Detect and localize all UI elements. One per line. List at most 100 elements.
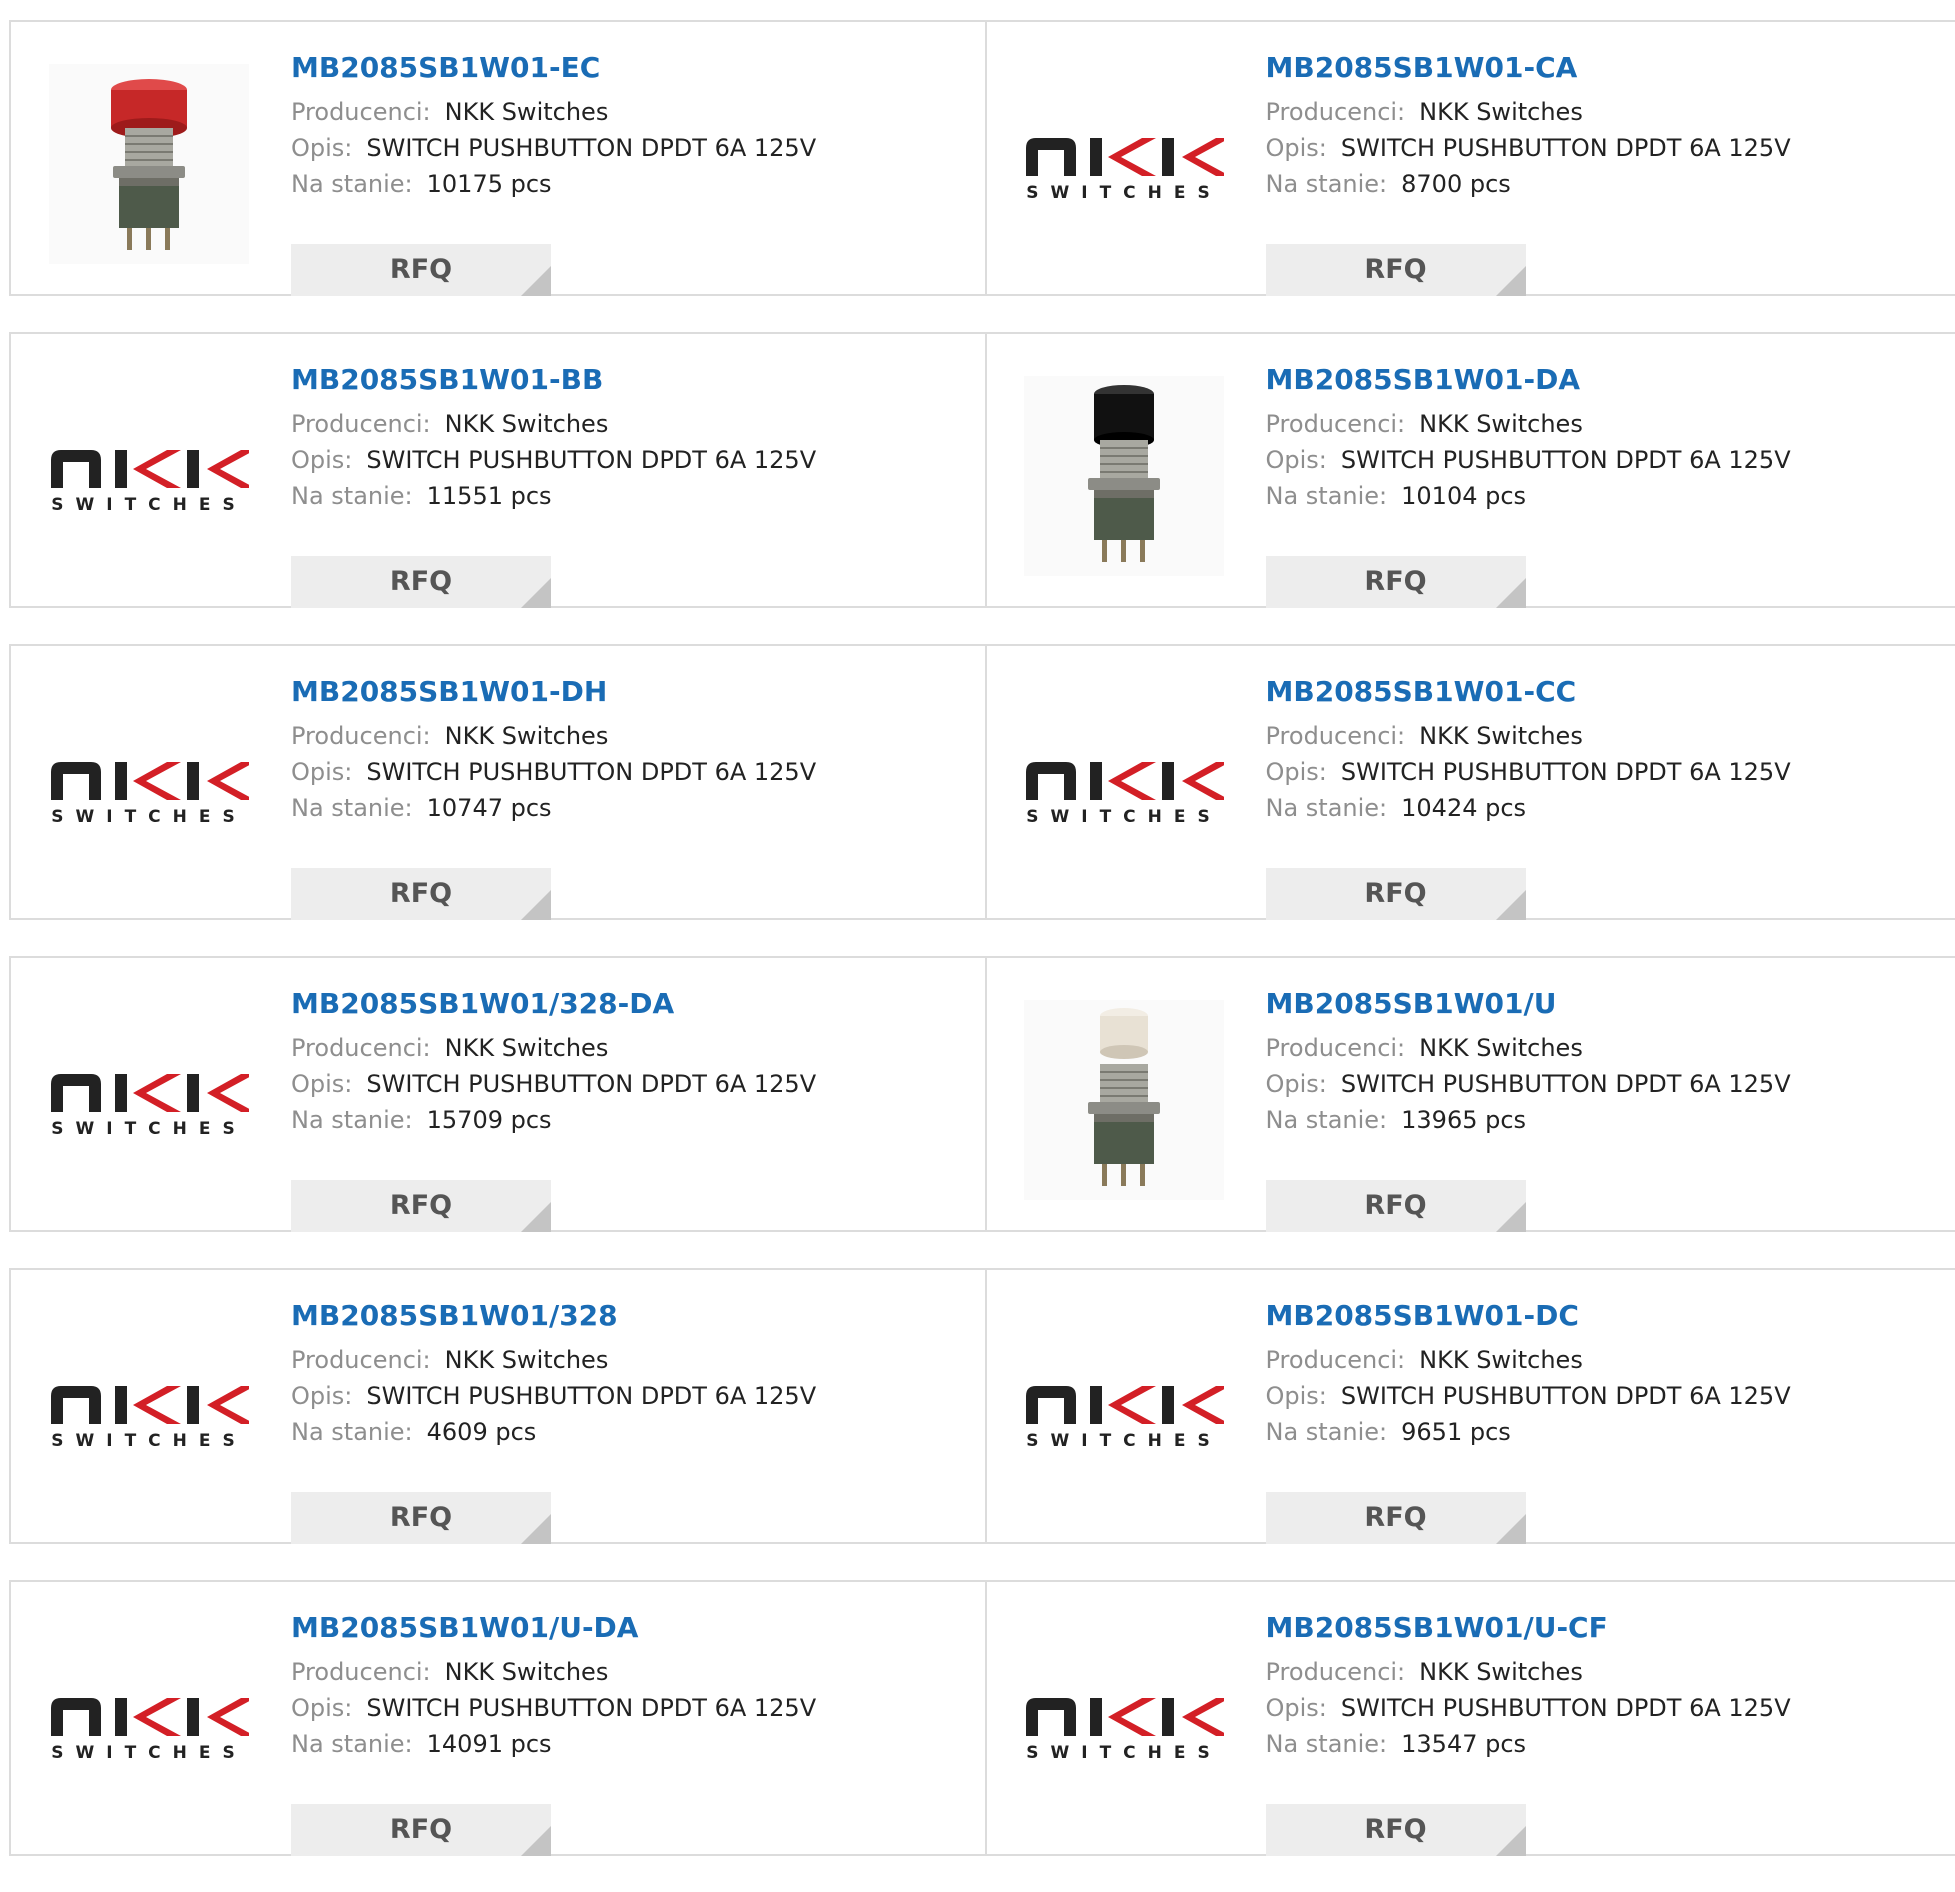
- product-card: SWITCHES MB2085SB1W01/U-CFProducenci:NKK …: [987, 1580, 1955, 1856]
- product-info: MB2085SB1W01/U Producenci:NKK Switches Opi…: [1266, 988, 1954, 1135]
- description-row: Opis:SWITCH PUSHBUTTON DPDT 6A 125V: [1266, 1381, 1954, 1411]
- stock-label: Na stanie:: [1266, 482, 1388, 510]
- part-number-link[interactable]: MB2085SB1W01-DA: [1266, 364, 1954, 396]
- rfq-button[interactable]: RFQ: [1266, 868, 1526, 920]
- product-thumbnail[interactable]: SWITCHES: [1024, 688, 1224, 888]
- stock-value: 9651 pcs: [1401, 1418, 1511, 1446]
- product-thumbnail[interactable]: SWITCHES: [49, 688, 249, 888]
- product-thumbnail[interactable]: [49, 64, 249, 264]
- manufacturer-row: Producenci:NKK Switches: [291, 1345, 975, 1375]
- description-row: Opis:SWITCH PUSHBUTTON DPDT 6A 125V: [291, 1069, 975, 1099]
- product-thumbnail[interactable]: [1024, 1000, 1224, 1200]
- description-label: Opis:: [291, 134, 352, 162]
- rfq-button[interactable]: RFQ: [291, 556, 551, 608]
- product-thumbnail[interactable]: [1024, 376, 1224, 576]
- corner-triangle-icon: [1496, 890, 1526, 920]
- stock-value: 8700 pcs: [1401, 170, 1511, 198]
- nkk-switches-logo: SWITCHES: [49, 688, 249, 888]
- description-value: SWITCH PUSHBUTTON DPDT 6A 125V: [1341, 1694, 1791, 1722]
- product-card: SWITCHESMB2085SB1W01-CAProducenci:NKK Sw…: [987, 20, 1955, 296]
- rfq-button[interactable]: RFQ: [1266, 1180, 1526, 1232]
- part-number-link[interactable]: MB2085SB1W01-BB: [291, 364, 975, 396]
- manufacturer-row: Producenci:NKK Switches: [1266, 1345, 1954, 1375]
- product-info: MB2085SB1W01-BBProducenci:NKK SwitchesOp…: [291, 364, 975, 511]
- part-number-link[interactable]: MB2085SB1W01/U-CF: [1266, 1612, 1954, 1644]
- manufacturer-row: Producenci:NKK Switches: [291, 1657, 975, 1687]
- logo-tagline: SWITCHES: [1026, 807, 1221, 827]
- stock-label: Na stanie:: [1266, 1730, 1388, 1758]
- part-number-link[interactable]: MB2085SB1W01-CC: [1266, 676, 1954, 708]
- stock-row: Na stanie:14091 pcs: [291, 1729, 975, 1759]
- part-number-link[interactable]: MB2085SB1W01/328-DA: [291, 988, 975, 1020]
- product-info: MB2085SB1W01/U-CFProducenci:NKK Switches…: [1266, 1612, 1954, 1759]
- switch-photo-white-cap: [1024, 1000, 1224, 1200]
- rfq-button[interactable]: RFQ: [291, 1804, 551, 1856]
- part-number-link[interactable]: MB2085SB1W01-DH: [291, 676, 975, 708]
- rfq-label: RFQ: [1266, 1502, 1526, 1533]
- stock-value: 14091 pcs: [427, 1730, 552, 1758]
- product-thumbnail[interactable]: SWITCHES: [1024, 1624, 1224, 1824]
- manufacturer-row: Producenci:NKK Switches: [1266, 1033, 1954, 1063]
- product-thumbnail[interactable]: SWITCHES: [49, 1000, 249, 1200]
- rfq-button[interactable]: RFQ: [291, 244, 551, 296]
- product-card: MB2085SB1W01-DAProducenci:NKK SwitchesOp…: [987, 332, 1955, 608]
- corner-triangle-icon: [1496, 1826, 1526, 1856]
- part-number-link[interactable]: MB2085SB1W01/328: [291, 1300, 975, 1332]
- part-number-link[interactable]: MB2085SB1W01/U-DA: [291, 1612, 975, 1644]
- product-thumbnail[interactable]: SWITCHES: [1024, 64, 1224, 264]
- product-thumbnail[interactable]: SWITCHES: [49, 376, 249, 576]
- switch-photo-red-cap: [49, 64, 249, 264]
- description-label: Opis:: [1266, 1070, 1327, 1098]
- product-card: SWITCHESMB2085SB1W01-CCProducenci:NKK Sw…: [987, 644, 1955, 920]
- rfq-button[interactable]: RFQ: [291, 1180, 551, 1232]
- stock-label: Na stanie:: [1266, 794, 1388, 822]
- product-thumbnail[interactable]: SWITCHES: [49, 1312, 249, 1512]
- part-number-link[interactable]: MB2085SB1W01-EC: [291, 52, 975, 84]
- part-number-link[interactable]: MB2085SB1W01/U: [1266, 988, 1954, 1020]
- rfq-button[interactable]: RFQ: [1266, 1804, 1526, 1856]
- logo-tagline: SWITCHES: [51, 495, 246, 515]
- rfq-button[interactable]: RFQ: [291, 868, 551, 920]
- rfq-label: RFQ: [1266, 1190, 1526, 1221]
- rfq-label: RFQ: [1266, 1814, 1526, 1845]
- product-card: SWITCHES MB2085SB1W01/U-DA Producenci:NKK …: [9, 1580, 987, 1856]
- rfq-button[interactable]: RFQ: [1266, 1492, 1526, 1544]
- description-label: Opis:: [1266, 446, 1327, 474]
- product-info: MB2085SB1W01-DHProducenci:NKK SwitchesOp…: [291, 676, 975, 823]
- description-label: Opis:: [1266, 134, 1327, 162]
- stock-label: Na stanie:: [1266, 1418, 1388, 1446]
- nkk-switches-logo: SWITCHES: [49, 1312, 249, 1512]
- product-card: SWITCHES MB2085SB1W01/328 Producenci:NKK S…: [9, 1268, 987, 1544]
- product-card: MB2085SB1W01-ECProducenci:NKK SwitchesOp…: [9, 20, 987, 296]
- manufacturer-label: Producenci:: [291, 722, 431, 750]
- description-value: SWITCH PUSHBUTTON DPDT 6A 125V: [1341, 758, 1791, 786]
- stock-value: 11551 pcs: [427, 482, 552, 510]
- stock-row: Na stanie:10424 pcs: [1266, 793, 1954, 823]
- description-label: Opis:: [1266, 758, 1327, 786]
- rfq-label: RFQ: [291, 1190, 551, 1221]
- rfq-label: RFQ: [291, 878, 551, 909]
- part-number-link[interactable]: MB2085SB1W01-DC: [1266, 1300, 1954, 1332]
- product-info: MB2085SB1W01/U-DA Producenci:NKK Switches…: [291, 1612, 975, 1759]
- manufacturer-row: Producenci:NKK Switches: [291, 721, 975, 751]
- logo-tagline: SWITCHES: [51, 807, 246, 827]
- rfq-button[interactable]: RFQ: [1266, 556, 1526, 608]
- corner-triangle-icon: [521, 1826, 551, 1856]
- stock-row: Na stanie:4609 pcs: [291, 1417, 975, 1447]
- description-value: SWITCH PUSHBUTTON DPDT 6A 125V: [366, 446, 816, 474]
- product-thumbnail[interactable]: SWITCHES: [1024, 1312, 1224, 1512]
- rfq-button[interactable]: RFQ: [1266, 244, 1526, 296]
- product-card: SWITCHES MB2085SB1W01-DH Producenci:NKK Sw…: [9, 644, 987, 920]
- product-row: MB2085SB1W01-ECProducenci:NKK SwitchesOp…: [9, 20, 1955, 296]
- nkk-switches-logo: SWITCHES: [1024, 1312, 1224, 1512]
- description-row: Opis:SWITCH PUSHBUTTON DPDT 6A 125V: [1266, 1693, 1954, 1723]
- manufacturer-value: NKK Switches: [445, 1034, 609, 1062]
- description-label: Opis:: [291, 1382, 352, 1410]
- part-number-link[interactable]: MB2085SB1W01-CA: [1266, 52, 1954, 84]
- product-thumbnail[interactable]: SWITCHES: [49, 1624, 249, 1824]
- stock-row: Na stanie: 9651 pcs: [1266, 1417, 1954, 1447]
- rfq-button[interactable]: RFQ: [291, 1492, 551, 1544]
- manufacturer-label: Producenci:: [291, 1658, 431, 1686]
- rfq-label: RFQ: [1266, 566, 1526, 597]
- manufacturer-label: Producenci:: [291, 1034, 431, 1062]
